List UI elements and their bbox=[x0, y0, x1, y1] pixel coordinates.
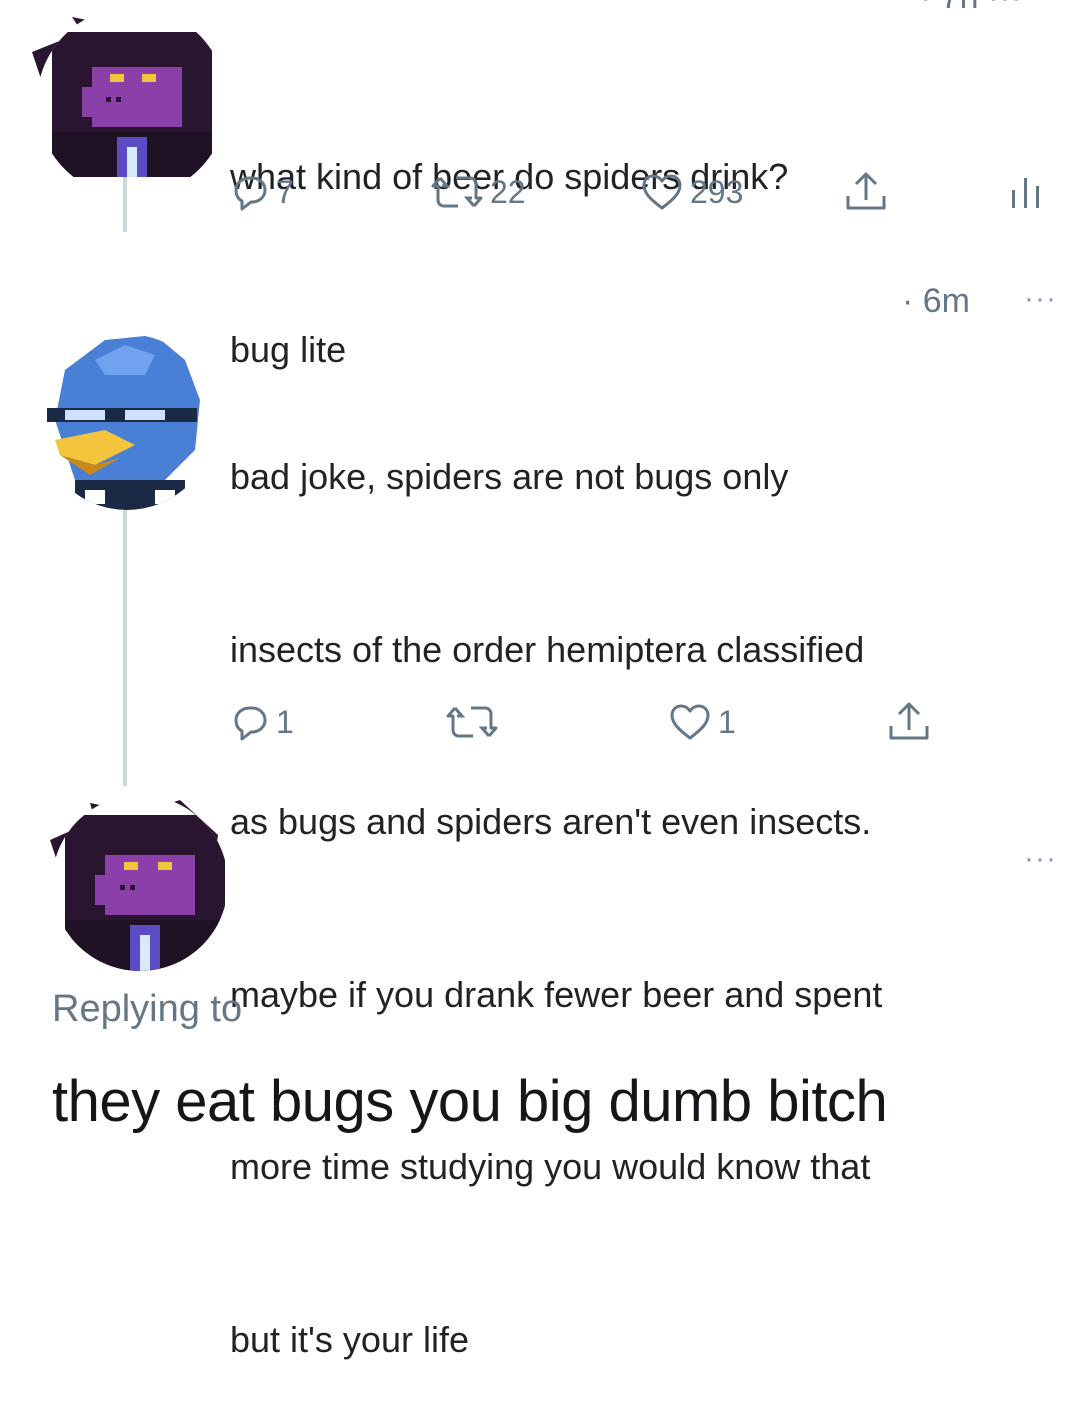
more-options-icon[interactable]: ··· bbox=[1024, 842, 1057, 876]
retweet-count: 22 bbox=[490, 173, 526, 210]
avatar[interactable] bbox=[40, 795, 230, 975]
like-count: 1 bbox=[718, 703, 736, 740]
like-count: 293 bbox=[690, 173, 744, 210]
tweet-text-line: as bugs and spiders aren't even insects. bbox=[230, 801, 872, 842]
avatar-image bbox=[32, 12, 212, 177]
share-button[interactable] bbox=[886, 700, 932, 744]
tweet-meta: · 7h ··· bbox=[920, 0, 1022, 17]
tweet-text-line: more time studying you would know that bbox=[230, 1146, 871, 1187]
tweet-text: bad joke, spiders are not bugs only inse… bbox=[230, 333, 882, 1426]
tweet-text-line: but it's your life bbox=[230, 1318, 469, 1360]
avatar-image bbox=[50, 795, 228, 971]
retweet-button[interactable]: 22 bbox=[430, 172, 526, 212]
thread-line bbox=[123, 500, 127, 786]
heart-icon bbox=[670, 704, 710, 740]
share-icon bbox=[846, 172, 886, 210]
tweet-timestamp: · 6m bbox=[902, 282, 970, 320]
tweet-text-line: maybe if you drank fewer beer and spent bbox=[230, 973, 883, 1015]
avatar[interactable] bbox=[35, 330, 215, 515]
heart-icon bbox=[642, 174, 682, 210]
analytics-button[interactable] bbox=[1006, 172, 1046, 212]
reply-button[interactable]: 1 bbox=[230, 702, 294, 742]
like-button[interactable]: 293 bbox=[640, 172, 743, 212]
avatar-image bbox=[39, 334, 215, 510]
share-button[interactable] bbox=[843, 170, 889, 214]
analytics-icon bbox=[1012, 178, 1039, 208]
retweet-icon bbox=[431, 176, 483, 208]
share-icon bbox=[889, 702, 929, 740]
reply-count: 7 bbox=[276, 173, 294, 210]
reply-count: 1 bbox=[276, 703, 294, 740]
like-button[interactable]: 1 bbox=[668, 702, 736, 742]
more-options-icon[interactable]: ··· bbox=[1024, 282, 1057, 316]
reply-icon bbox=[234, 706, 267, 741]
avatar[interactable] bbox=[22, 12, 212, 177]
tweet-text-line: bad joke, spiders are not bugs only bbox=[230, 456, 789, 497]
retweet-button[interactable] bbox=[445, 702, 505, 742]
reply-button[interactable]: 7 bbox=[230, 172, 294, 212]
reply-icon bbox=[234, 176, 267, 211]
replying-to-label: Replying to bbox=[52, 988, 243, 1030]
retweet-icon bbox=[446, 706, 498, 738]
reply-input[interactable]: they eat bugs you big dumb bitch bbox=[52, 1068, 888, 1135]
tweet-text-line: insects of the order hemiptera classifie… bbox=[230, 628, 865, 670]
